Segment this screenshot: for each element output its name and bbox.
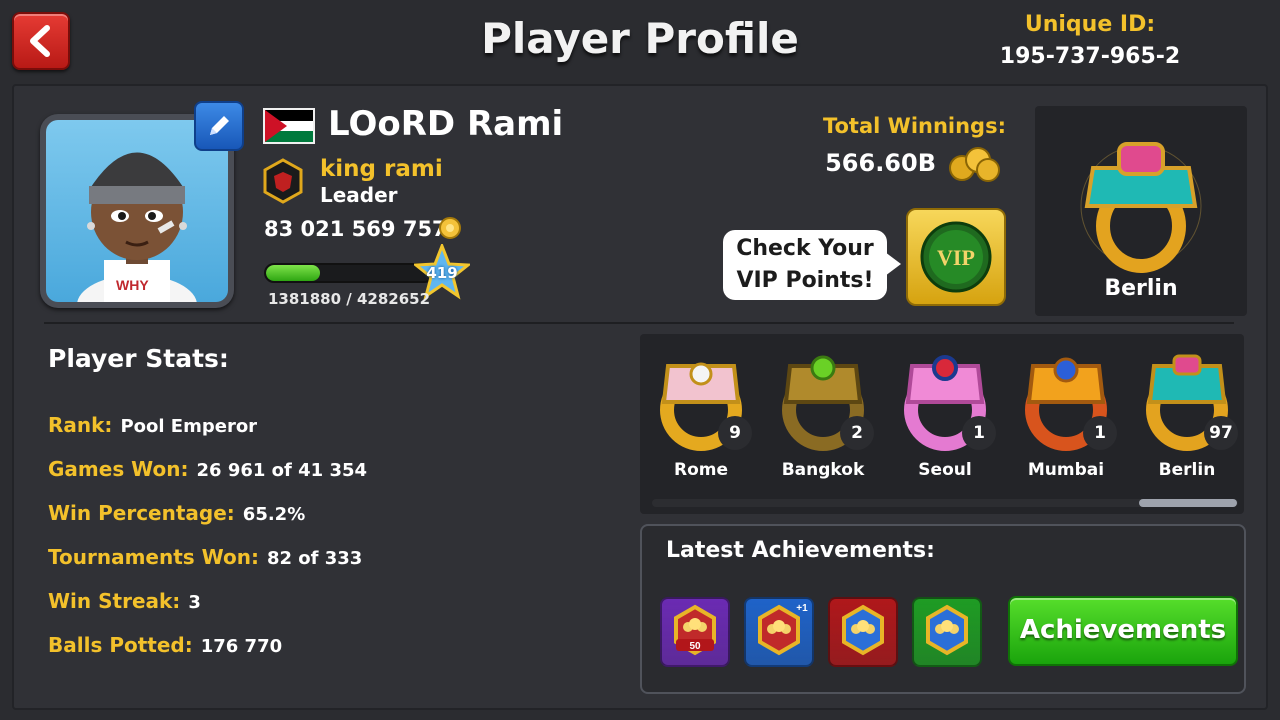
achievement-badge[interactable] (912, 597, 982, 667)
chevron-left-icon (30, 25, 50, 57)
ring-item-seoul[interactable]: 1 Seoul (890, 344, 1000, 484)
achievement-badge-label: +1 (796, 603, 808, 614)
rings-scrollbar-thumb[interactable] (1139, 499, 1237, 507)
stat-rank: Rank: Pool Emperor (48, 413, 257, 437)
total-winnings-label: Total Winnings: (822, 114, 1006, 138)
vip-bubble-line-2: VIP Points! (736, 268, 874, 293)
club-role: Leader (320, 183, 398, 207)
achievement-badge[interactable]: +1 (744, 597, 814, 667)
stat-label: Win Streak: (48, 589, 181, 613)
ring-name: Mumbai (1027, 460, 1105, 480)
stat-value: Pool Emperor (120, 416, 258, 437)
ring-item-berlin[interactable]: 97 Berlin (1132, 344, 1242, 484)
ring-name: Bangkok (781, 460, 865, 480)
vip-bubble-line-1: Check Your (736, 236, 874, 261)
ring-item-rome[interactable]: 9 Rome (646, 344, 756, 484)
player-stats-title: Player Stats: (48, 344, 229, 373)
ring-name: Berlin (1158, 460, 1216, 480)
stat-win-percentage: Win Percentage: 65.2% (48, 501, 305, 525)
trophy-team-icon: +1 (758, 603, 808, 656)
stat-value: 26 961 of 41 354 (196, 460, 368, 481)
achievement-badge[interactable] (828, 597, 898, 667)
latest-achievements-title: Latest Achievements: (666, 538, 935, 563)
trophy-team-icon (842, 604, 884, 656)
coin-icon (436, 214, 464, 242)
stat-label: Rank: (48, 413, 113, 437)
xp-progress-bar (264, 263, 434, 283)
stat-value: 3 (188, 592, 201, 613)
vip-badge-text: VIP (937, 245, 975, 270)
stat-win-streak: Win Streak: 3 (48, 589, 201, 613)
ring-count: 1 (962, 416, 996, 450)
total-winnings-value: 566.60B (825, 149, 936, 177)
stat-tournaments-won: Tournaments Won: 82 of 333 (48, 545, 362, 569)
stat-label: Tournaments Won: (48, 545, 259, 569)
achievement-badge-label: 50 (689, 641, 701, 652)
stat-label: Balls Potted: (48, 633, 193, 657)
ring-item-mumbai[interactable]: 1 Mumbai (1011, 344, 1121, 484)
stat-label: Games Won: (48, 457, 189, 481)
page-title: Player Profile (481, 14, 799, 63)
back-button[interactable] (12, 12, 70, 70)
unique-id-label: Unique ID: (1024, 12, 1156, 37)
stat-value: 65.2% (242, 504, 306, 525)
trophy-team-icon (926, 604, 968, 656)
club-badge-icon[interactable] (262, 158, 304, 204)
stat-value: 176 770 (200, 636, 283, 657)
vip-button[interactable]: VIP (906, 208, 1006, 306)
stat-games-won: Games Won: 26 961 of 41 354 (48, 457, 367, 481)
level-number: 419 (426, 264, 458, 282)
ring-count: 97 (1204, 416, 1238, 450)
svg-text:WHY: WHY (116, 277, 149, 293)
ring-name: Seoul (918, 460, 972, 480)
ring-count: 9 (718, 416, 752, 450)
ring-count: 2 (840, 416, 874, 450)
ring-name: Rome (673, 460, 728, 480)
stat-value: 82 of 333 (266, 548, 363, 569)
berlin-ring-icon (1080, 142, 1202, 273)
country-flag-icon (263, 108, 315, 144)
xp-text: 1381880 / 4282652 (268, 290, 431, 308)
vip-badge-icon: VIP (920, 221, 992, 293)
ring-item-bangkok[interactable]: 2 Bangkok (768, 344, 878, 484)
player-name: LOoRD Rami (328, 104, 564, 144)
coins-stack-icon (944, 144, 1002, 184)
featured-ring-label: Berlin (1104, 276, 1178, 301)
achievement-badge[interactable]: 50 (660, 597, 730, 667)
unique-id-value: 195-737-965-2 (999, 44, 1181, 69)
trophy-team-icon: 50 (674, 604, 716, 656)
pencil-icon (210, 116, 229, 135)
achievements-button[interactable]: Achievements (1008, 596, 1238, 666)
vip-speech-bubble[interactable]: Check Your VIP Points! (723, 230, 901, 300)
coins-value: 83 021 569 757 (264, 217, 447, 241)
ring-count: 1 (1083, 416, 1117, 450)
section-divider (44, 322, 1234, 324)
stat-balls-potted: Balls Potted: 176 770 (48, 633, 282, 657)
stat-label: Win Percentage: (48, 501, 235, 525)
xp-progress-fill (266, 265, 320, 281)
club-name[interactable]: king rami (320, 156, 443, 182)
edit-profile-button[interactable] (194, 101, 244, 151)
